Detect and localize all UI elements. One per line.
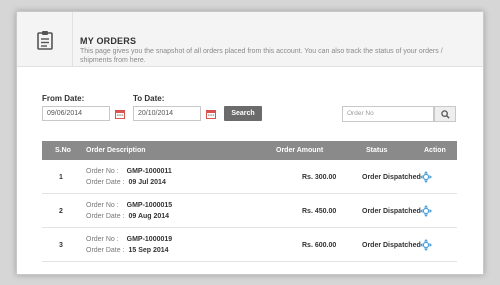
col-status: Status bbox=[366, 147, 388, 154]
from-date-input[interactable]: 09/06/2014 bbox=[42, 106, 110, 121]
page-description: This page gives you the snapshot of all … bbox=[80, 48, 443, 64]
move-arrows-icon[interactable] bbox=[420, 171, 432, 183]
table-row: 3 Order No : GMP-1000019 Order Date : 15… bbox=[42, 228, 457, 262]
row-sno: 2 bbox=[59, 208, 63, 215]
clipboard-icon bbox=[36, 30, 53, 50]
order-status: Order Dispatched bbox=[362, 242, 421, 249]
orders-table: S.No Order Description Order Amount Stat… bbox=[42, 141, 457, 262]
order-no-label: Order No : bbox=[86, 202, 119, 209]
order-date-value: 15 Sep 2014 bbox=[128, 247, 169, 254]
order-amount: Rs. 300.00 bbox=[302, 174, 337, 181]
table-header: S.No Order Description Order Amount Stat… bbox=[42, 141, 457, 160]
col-amount: Order Amount bbox=[276, 147, 324, 154]
header-icon-box bbox=[17, 12, 73, 67]
order-no-value[interactable]: GMP-1000015 bbox=[127, 202, 173, 209]
orders-card: MY ORDERS This page gives you the snapsh… bbox=[16, 11, 484, 275]
move-arrows-icon[interactable] bbox=[420, 239, 432, 251]
col-sno: S.No bbox=[55, 147, 71, 154]
row-sno: 1 bbox=[59, 174, 63, 181]
order-no-line: Order No : GMP-1000019 bbox=[86, 236, 172, 243]
from-date-label: From Date: bbox=[42, 94, 85, 103]
page-header: MY ORDERS This page gives you the snapsh… bbox=[17, 12, 483, 67]
order-status: Order Dispatched bbox=[362, 174, 421, 181]
table-row: 2 Order No : GMP-1000015 Order Date : 09… bbox=[42, 194, 457, 228]
calendar-icon[interactable] bbox=[115, 109, 125, 119]
order-no-input[interactable]: Order No bbox=[342, 106, 434, 122]
order-no-label: Order No : bbox=[86, 168, 119, 175]
order-amount: Rs. 600.00 bbox=[302, 242, 337, 249]
order-date-label: Order Date : bbox=[86, 179, 125, 186]
order-no-value[interactable]: GMP-1000011 bbox=[127, 168, 172, 175]
order-no-value[interactable]: GMP-1000019 bbox=[127, 236, 173, 243]
order-date-value: 09 Jul 2014 bbox=[128, 179, 166, 186]
order-search-button[interactable] bbox=[434, 106, 456, 122]
magnifier-icon bbox=[440, 109, 450, 119]
order-no-label: Order No : bbox=[86, 236, 119, 243]
to-date-input[interactable]: 20/10/2014 bbox=[133, 106, 201, 121]
table-row: 1 Order No : GMP-1000011 Order Date : 09… bbox=[42, 160, 457, 194]
order-status: Order Dispatched bbox=[362, 208, 421, 215]
order-no-line: Order No : GMP-1000015 bbox=[86, 202, 172, 209]
order-date-line: Order Date : 15 Sep 2014 bbox=[86, 247, 169, 254]
order-date-value: 09 Aug 2014 bbox=[128, 213, 170, 220]
order-date-label: Order Date : bbox=[86, 247, 125, 254]
order-date-line: Order Date : 09 Jul 2014 bbox=[86, 179, 166, 186]
row-sno: 3 bbox=[59, 242, 63, 249]
col-description: Order Description bbox=[86, 147, 146, 154]
col-action: Action bbox=[424, 147, 446, 154]
page-title: MY ORDERS bbox=[80, 36, 137, 46]
to-date-label: To Date: bbox=[133, 94, 165, 103]
order-date-line: Order Date : 09 Aug 2014 bbox=[86, 213, 169, 220]
order-amount: Rs. 450.00 bbox=[302, 208, 337, 215]
move-arrows-icon[interactable] bbox=[420, 205, 432, 217]
search-button[interactable]: Search bbox=[224, 106, 262, 121]
order-date-label: Order Date : bbox=[86, 213, 125, 220]
calendar-icon[interactable] bbox=[206, 109, 216, 119]
order-no-line: Order No : GMP-1000011 bbox=[86, 168, 172, 175]
